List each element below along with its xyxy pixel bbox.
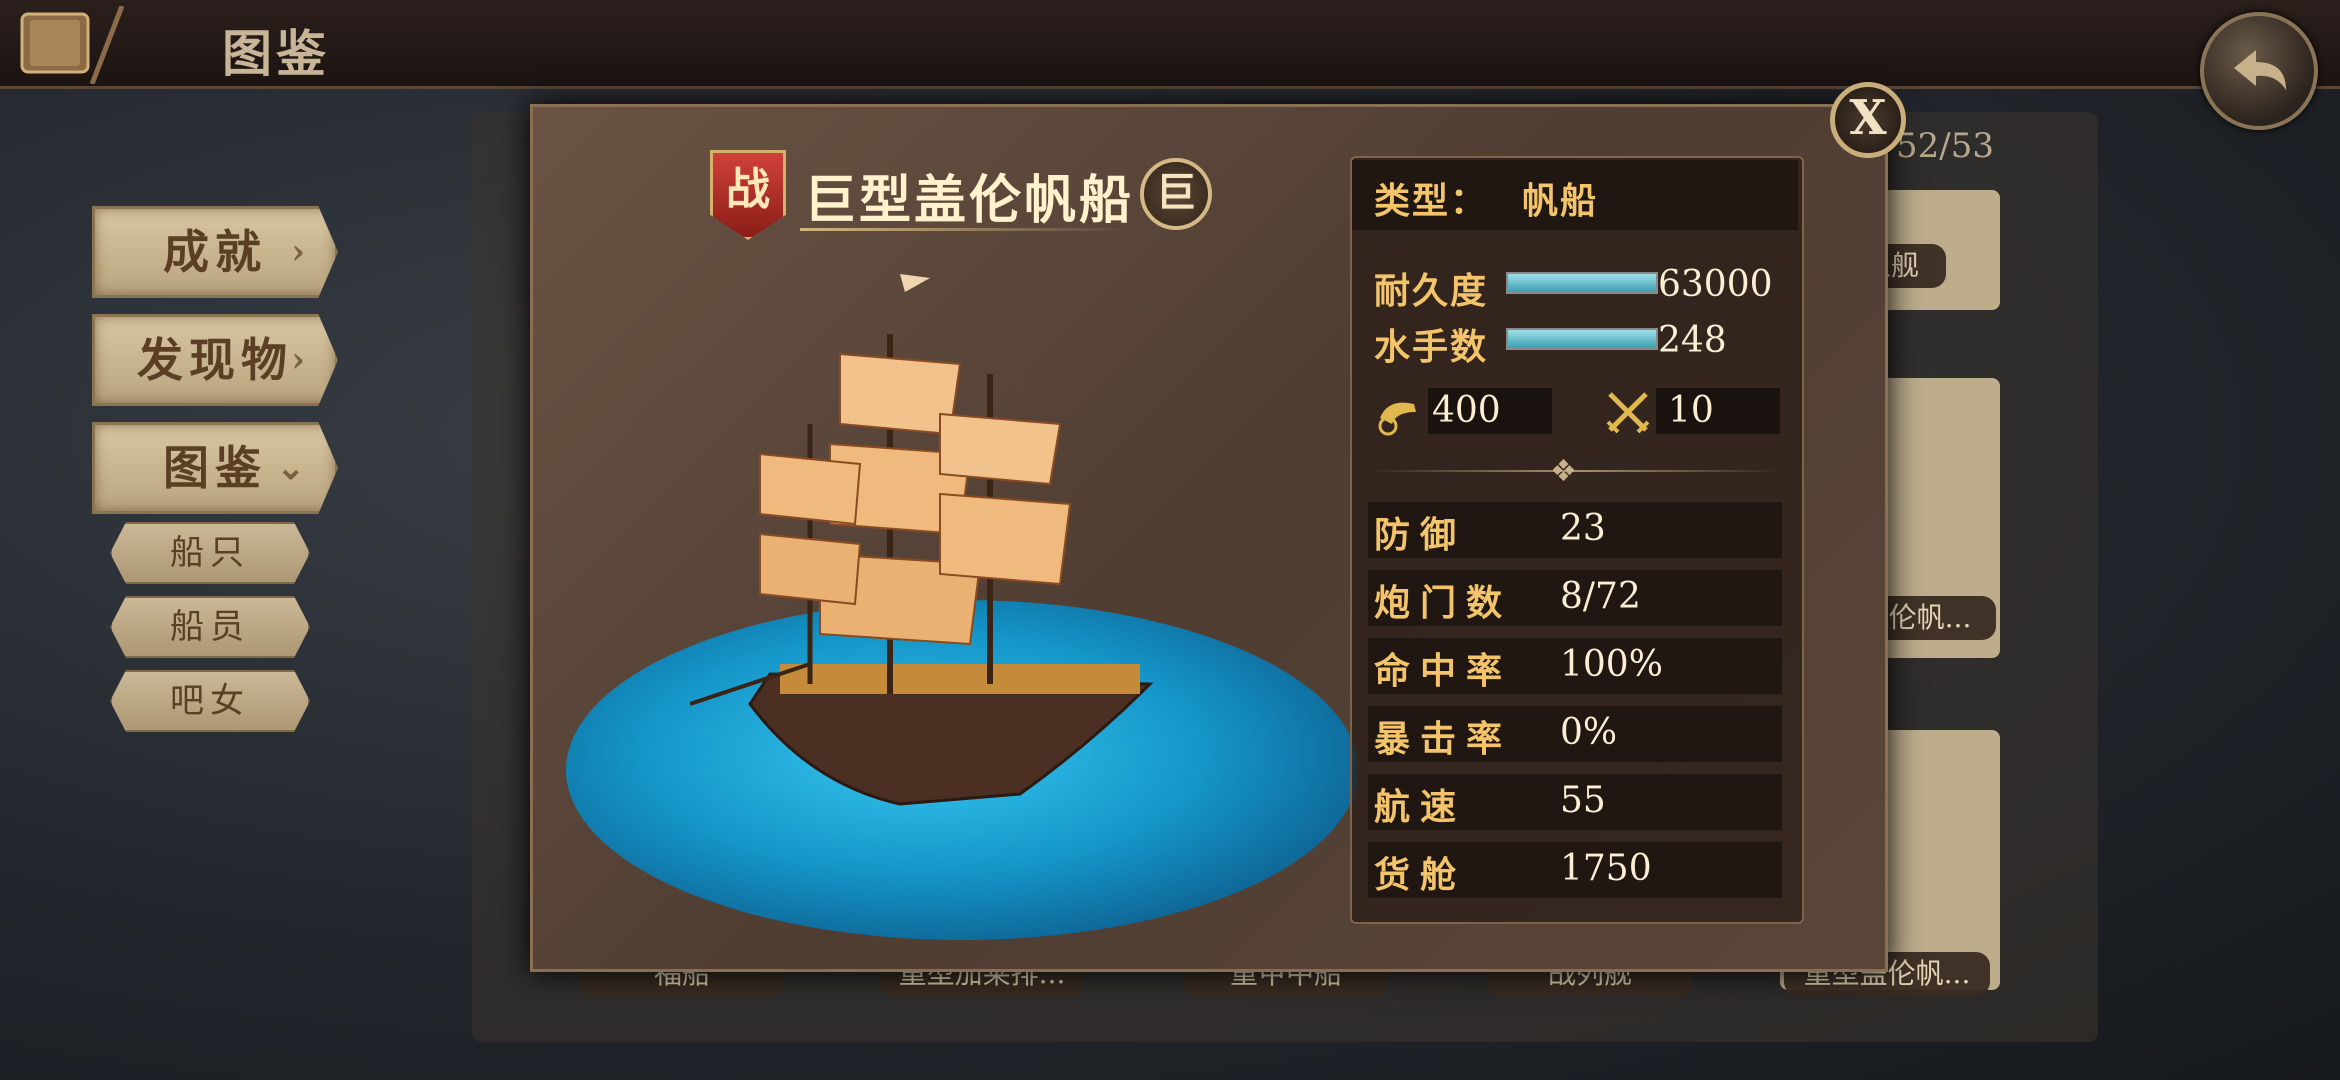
menu-achievements-label: 成就 bbox=[163, 225, 267, 279]
close-button[interactable]: X bbox=[1830, 82, 1906, 158]
cannon-icon bbox=[1378, 402, 1416, 436]
top-bar: 图鉴 bbox=[0, 0, 2340, 89]
crew-label: 水手数 bbox=[1374, 326, 1489, 368]
ship-name: 巨型盖伦帆船 bbox=[804, 170, 1135, 231]
melee-value: 10 bbox=[1668, 390, 1714, 431]
back-button[interactable] bbox=[2200, 12, 2318, 130]
crew-bar bbox=[1506, 328, 1658, 350]
stat-row-defense: 防御 23 bbox=[1368, 502, 1782, 558]
stat-row-cargo: 货舱 1750 bbox=[1368, 842, 1782, 898]
durability-bar bbox=[1506, 272, 1658, 294]
stat-label: 航速 bbox=[1374, 786, 1467, 828]
stat-row-crit: 暴击率 0% bbox=[1368, 706, 1782, 762]
menu-discoveries-button[interactable]: 发现物 › bbox=[92, 314, 338, 406]
submenu-crew-button[interactable]: 船员 bbox=[110, 596, 310, 658]
durability-label: 耐久度 bbox=[1374, 270, 1489, 312]
stat-value: 100% bbox=[1560, 644, 1663, 685]
submenu-barmaids-button[interactable]: 吧女 bbox=[110, 670, 310, 732]
page-title: 图鉴 bbox=[222, 24, 330, 83]
menu-achievements-button[interactable]: 成就 › bbox=[92, 206, 338, 298]
durability-bar-fill bbox=[1508, 274, 1656, 292]
type-label: 类型： bbox=[1374, 180, 1489, 222]
durability-value: 63000 bbox=[1658, 264, 1773, 305]
galleon-ship-image bbox=[690, 274, 1154, 806]
stat-label: 命中率 bbox=[1374, 650, 1513, 692]
menu-discoveries-label: 发现物 bbox=[137, 333, 293, 387]
crew-value: 248 bbox=[1658, 320, 1727, 361]
stat-value: 0% bbox=[1560, 712, 1618, 753]
submenu-ships-button[interactable]: 船只 bbox=[110, 522, 310, 584]
back-arrow-icon bbox=[2234, 50, 2286, 90]
stat-value: 8/72 bbox=[1560, 576, 1641, 617]
stat-row-speed: 航速 55 bbox=[1368, 774, 1782, 830]
stat-row-gunports: 炮门数 8/72 bbox=[1368, 570, 1782, 626]
stat-label: 防御 bbox=[1374, 514, 1467, 556]
collection-count: 52/53 bbox=[1896, 126, 1994, 166]
title-underline bbox=[800, 228, 1130, 231]
book-icon[interactable] bbox=[14, 6, 124, 84]
stat-value: 55 bbox=[1560, 780, 1606, 821]
ornament-icon: ❖ bbox=[1550, 454, 1577, 489]
stat-value: 1750 bbox=[1560, 848, 1652, 889]
crew-bar-fill bbox=[1508, 330, 1656, 348]
size-badge: 巨 bbox=[1140, 158, 1212, 230]
stat-row-accuracy: 命中率 100% bbox=[1368, 638, 1782, 694]
stat-label: 炮门数 bbox=[1374, 582, 1513, 624]
menu-codex-label: 图鉴 bbox=[163, 441, 267, 495]
stat-value: 23 bbox=[1560, 508, 1606, 549]
menu-codex-button[interactable]: 图鉴 ⌄ bbox=[92, 422, 338, 514]
chevron-down-icon: ⌄ bbox=[276, 448, 311, 488]
chevron-right-icon: › bbox=[291, 232, 311, 272]
type-value: 帆船 bbox=[1522, 180, 1599, 222]
crossed-swords-icon bbox=[1606, 392, 1650, 434]
cannon-value: 400 bbox=[1432, 390, 1501, 431]
chevron-right-icon: › bbox=[291, 340, 311, 380]
stat-label: 暴击率 bbox=[1374, 718, 1513, 760]
stat-label: 货舱 bbox=[1374, 854, 1467, 896]
